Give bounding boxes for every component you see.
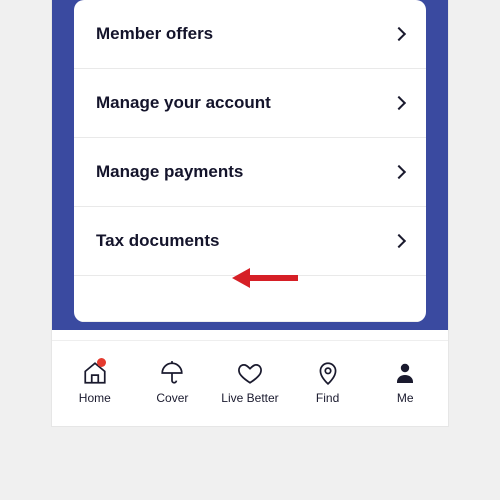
notification-dot-icon	[97, 358, 106, 367]
menu-item-manage-account[interactable]: Manage your account	[74, 69, 426, 138]
phone-screen: Member offers Manage your account Manage…	[52, 0, 448, 426]
menu-item-label: Manage your account	[96, 93, 271, 113]
nav-find[interactable]: Find	[289, 359, 367, 405]
menu-item-member-offers[interactable]: Member offers	[74, 0, 426, 69]
menu-item-partial	[74, 276, 426, 322]
person-icon	[391, 359, 419, 387]
menu-item-tax-documents[interactable]: Tax documents	[74, 207, 426, 276]
nav-label: Find	[316, 391, 339, 405]
menu-item-label: Tax documents	[96, 231, 219, 251]
menu-item-manage-payments[interactable]: Manage payments	[74, 138, 426, 207]
nav-home[interactable]: Home	[56, 359, 134, 405]
chevron-right-icon	[392, 27, 406, 41]
heart-icon	[236, 359, 264, 387]
chevron-right-icon	[392, 165, 406, 179]
bottom-nav: Home Cover Live Better Find Me	[52, 340, 448, 426]
nav-me[interactable]: Me	[366, 359, 444, 405]
menu-item-label: Member offers	[96, 24, 213, 44]
nav-cover[interactable]: Cover	[134, 359, 212, 405]
umbrella-icon	[158, 359, 186, 387]
nav-live-better[interactable]: Live Better	[211, 359, 289, 405]
nav-label: Me	[397, 391, 414, 405]
nav-label: Live Better	[221, 391, 278, 405]
location-pin-icon	[314, 359, 342, 387]
nav-label: Cover	[156, 391, 188, 405]
chevron-right-icon	[392, 234, 406, 248]
menu-item-label: Manage payments	[96, 162, 243, 182]
nav-label: Home	[79, 391, 111, 405]
chevron-right-icon	[392, 96, 406, 110]
menu-card: Member offers Manage your account Manage…	[74, 0, 426, 322]
